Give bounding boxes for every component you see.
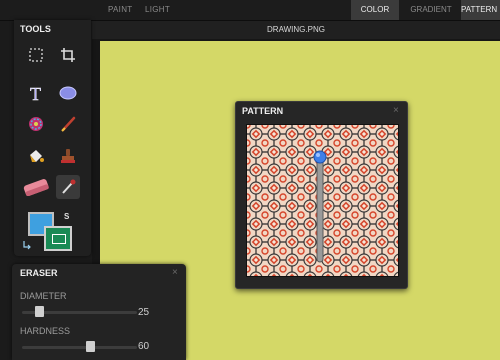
pattern-panel: PATTERN × bbox=[235, 101, 408, 289]
paint-bucket-icon bbox=[30, 150, 44, 162]
pattern-scroll-track[interactable] bbox=[316, 156, 324, 263]
eraser-icon bbox=[23, 179, 49, 196]
ellipse-tool[interactable] bbox=[56, 81, 80, 105]
tab-color[interactable]: COLOR bbox=[351, 0, 399, 20]
brush-icon bbox=[61, 116, 76, 132]
stamp-tool[interactable] bbox=[56, 144, 80, 168]
pattern-swatch-image bbox=[247, 125, 398, 276]
document-title: DRAWING.PNG bbox=[92, 21, 500, 39]
tab-pattern[interactable]: PATTERN bbox=[461, 0, 500, 20]
crop-icon bbox=[61, 48, 75, 62]
tools-panel-title: TOOLS bbox=[20, 24, 51, 34]
tools-panel: TOOLS T S bbox=[14, 20, 91, 256]
diameter-slider-thumb[interactable] bbox=[34, 306, 44, 317]
paint-bucket-tool[interactable] bbox=[24, 144, 48, 168]
swap-colors-icon[interactable] bbox=[22, 240, 32, 250]
marquee-icon bbox=[29, 48, 43, 62]
stamp-icon bbox=[61, 149, 75, 163]
swap-colors-label[interactable]: S bbox=[64, 212, 69, 221]
hardness-label: HARDNESS bbox=[20, 326, 71, 336]
brush-tool[interactable] bbox=[56, 112, 80, 136]
color-swatches: S bbox=[23, 210, 78, 255]
pattern-stamp-icon bbox=[29, 117, 43, 131]
text-icon: T bbox=[30, 84, 41, 102]
menu-light[interactable]: LIGHT bbox=[145, 0, 170, 20]
marquee-select-tool[interactable] bbox=[24, 43, 48, 67]
diameter-label: DIAMETER bbox=[20, 291, 67, 301]
diameter-value: 25 bbox=[138, 307, 150, 318]
secondary-color-swatch[interactable] bbox=[44, 226, 72, 251]
eraser-panel-title: ERASER bbox=[20, 268, 58, 278]
eraser-panel: ERASER × DIAMETER 25 HARDNESS 60 bbox=[12, 264, 186, 360]
eyedropper-icon bbox=[62, 179, 76, 194]
ellipse-icon bbox=[59, 86, 77, 100]
top-toolbar: PAINT LIGHT COLOR GRADIENT PATTERN bbox=[0, 0, 500, 21]
pattern-close-icon[interactable]: × bbox=[393, 105, 399, 116]
svg-text:T: T bbox=[30, 84, 41, 102]
hardness-slider-thumb[interactable] bbox=[85, 341, 95, 352]
eraser-tool[interactable] bbox=[22, 175, 50, 199]
pattern-stamp-tool[interactable] bbox=[24, 112, 48, 136]
pattern-pin-handle[interactable] bbox=[313, 150, 327, 164]
text-tool[interactable]: T bbox=[24, 81, 48, 105]
hardness-slider[interactable] bbox=[22, 341, 137, 352]
menu-paint[interactable]: PAINT bbox=[108, 0, 132, 20]
crop-tool[interactable] bbox=[56, 43, 80, 67]
eraser-close-icon[interactable]: × bbox=[172, 267, 178, 278]
diameter-slider[interactable] bbox=[22, 306, 137, 317]
pattern-preview[interactable] bbox=[246, 124, 399, 277]
hardness-value: 60 bbox=[138, 341, 150, 352]
pattern-panel-title: PATTERN bbox=[242, 106, 284, 116]
tab-gradient[interactable]: GRADIENT bbox=[403, 0, 459, 20]
eyedropper-tool[interactable] bbox=[56, 175, 80, 199]
